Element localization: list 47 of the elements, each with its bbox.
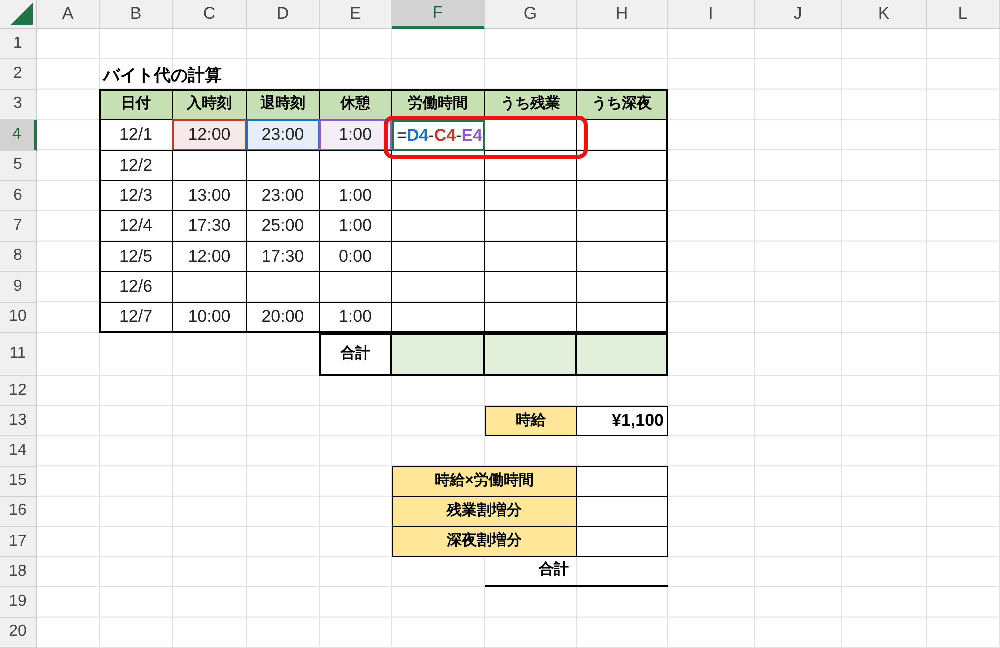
- row-number[interactable]: 15: [0, 466, 37, 497]
- row-number[interactable]: 17: [0, 527, 37, 558]
- row-number[interactable]: 11: [0, 332, 37, 376]
- row-number[interactable]: 2: [0, 59, 37, 90]
- column-label[interactable]: D: [247, 0, 320, 29]
- column-label[interactable]: E: [320, 0, 392, 29]
- column-label[interactable]: L: [927, 0, 1000, 29]
- row-number[interactable]: 1: [0, 29, 37, 60]
- row-number[interactable]: 20: [0, 618, 37, 648]
- referenced-cell: 23:00: [246, 119, 320, 151]
- wage-label: 時給: [485, 406, 577, 436]
- column-label[interactable]: B: [100, 0, 173, 29]
- row-number[interactable]: 8: [0, 242, 37, 272]
- breakdown-label: 深夜割増分: [392, 526, 577, 558]
- referenced-cell: 12:00: [172, 119, 247, 151]
- row-number[interactable]: 6: [0, 180, 37, 212]
- column-label[interactable]: K: [842, 0, 927, 29]
- column-label[interactable]: F: [392, 0, 485, 29]
- column-label[interactable]: G: [485, 0, 577, 29]
- column-label[interactable]: H: [577, 0, 668, 29]
- formula-cell[interactable]: =D4-C4-E4: [392, 120, 485, 151]
- column-label[interactable]: C: [173, 0, 247, 29]
- row-number[interactable]: 10: [0, 302, 37, 333]
- breakdown-label: 残業割増分: [392, 496, 577, 527]
- sheet-title: バイト代の計算: [101, 65, 223, 88]
- referenced-cell: 1:00: [319, 119, 392, 151]
- column-label[interactable]: A: [37, 0, 100, 29]
- row-number[interactable]: 13: [0, 406, 37, 436]
- row-number[interactable]: 14: [0, 436, 37, 467]
- row-number[interactable]: 9: [0, 272, 37, 303]
- row-number[interactable]: 5: [0, 150, 37, 181]
- column-label[interactable]: I: [668, 0, 755, 29]
- row-number[interactable]: 19: [0, 587, 37, 618]
- column-header: 休憩: [319, 88, 392, 120]
- column-header: 入時刻: [172, 88, 247, 120]
- total-label: 合計: [538, 560, 570, 580]
- column-header: 退時刻: [246, 88, 320, 120]
- row-number[interactable]: 7: [0, 211, 37, 242]
- column-label[interactable]: J: [755, 0, 842, 29]
- breakdown-label: 時給×労働時間: [392, 466, 577, 497]
- row-number[interactable]: 12: [0, 376, 37, 406]
- wage-value: ¥1,100: [576, 406, 668, 436]
- row-number[interactable]: 3: [0, 90, 37, 120]
- select-all-icon[interactable]: [11, 3, 33, 25]
- row-number[interactable]: 18: [0, 557, 37, 588]
- row-number[interactable]: 4: [0, 120, 37, 151]
- row-number[interactable]: 16: [0, 496, 37, 527]
